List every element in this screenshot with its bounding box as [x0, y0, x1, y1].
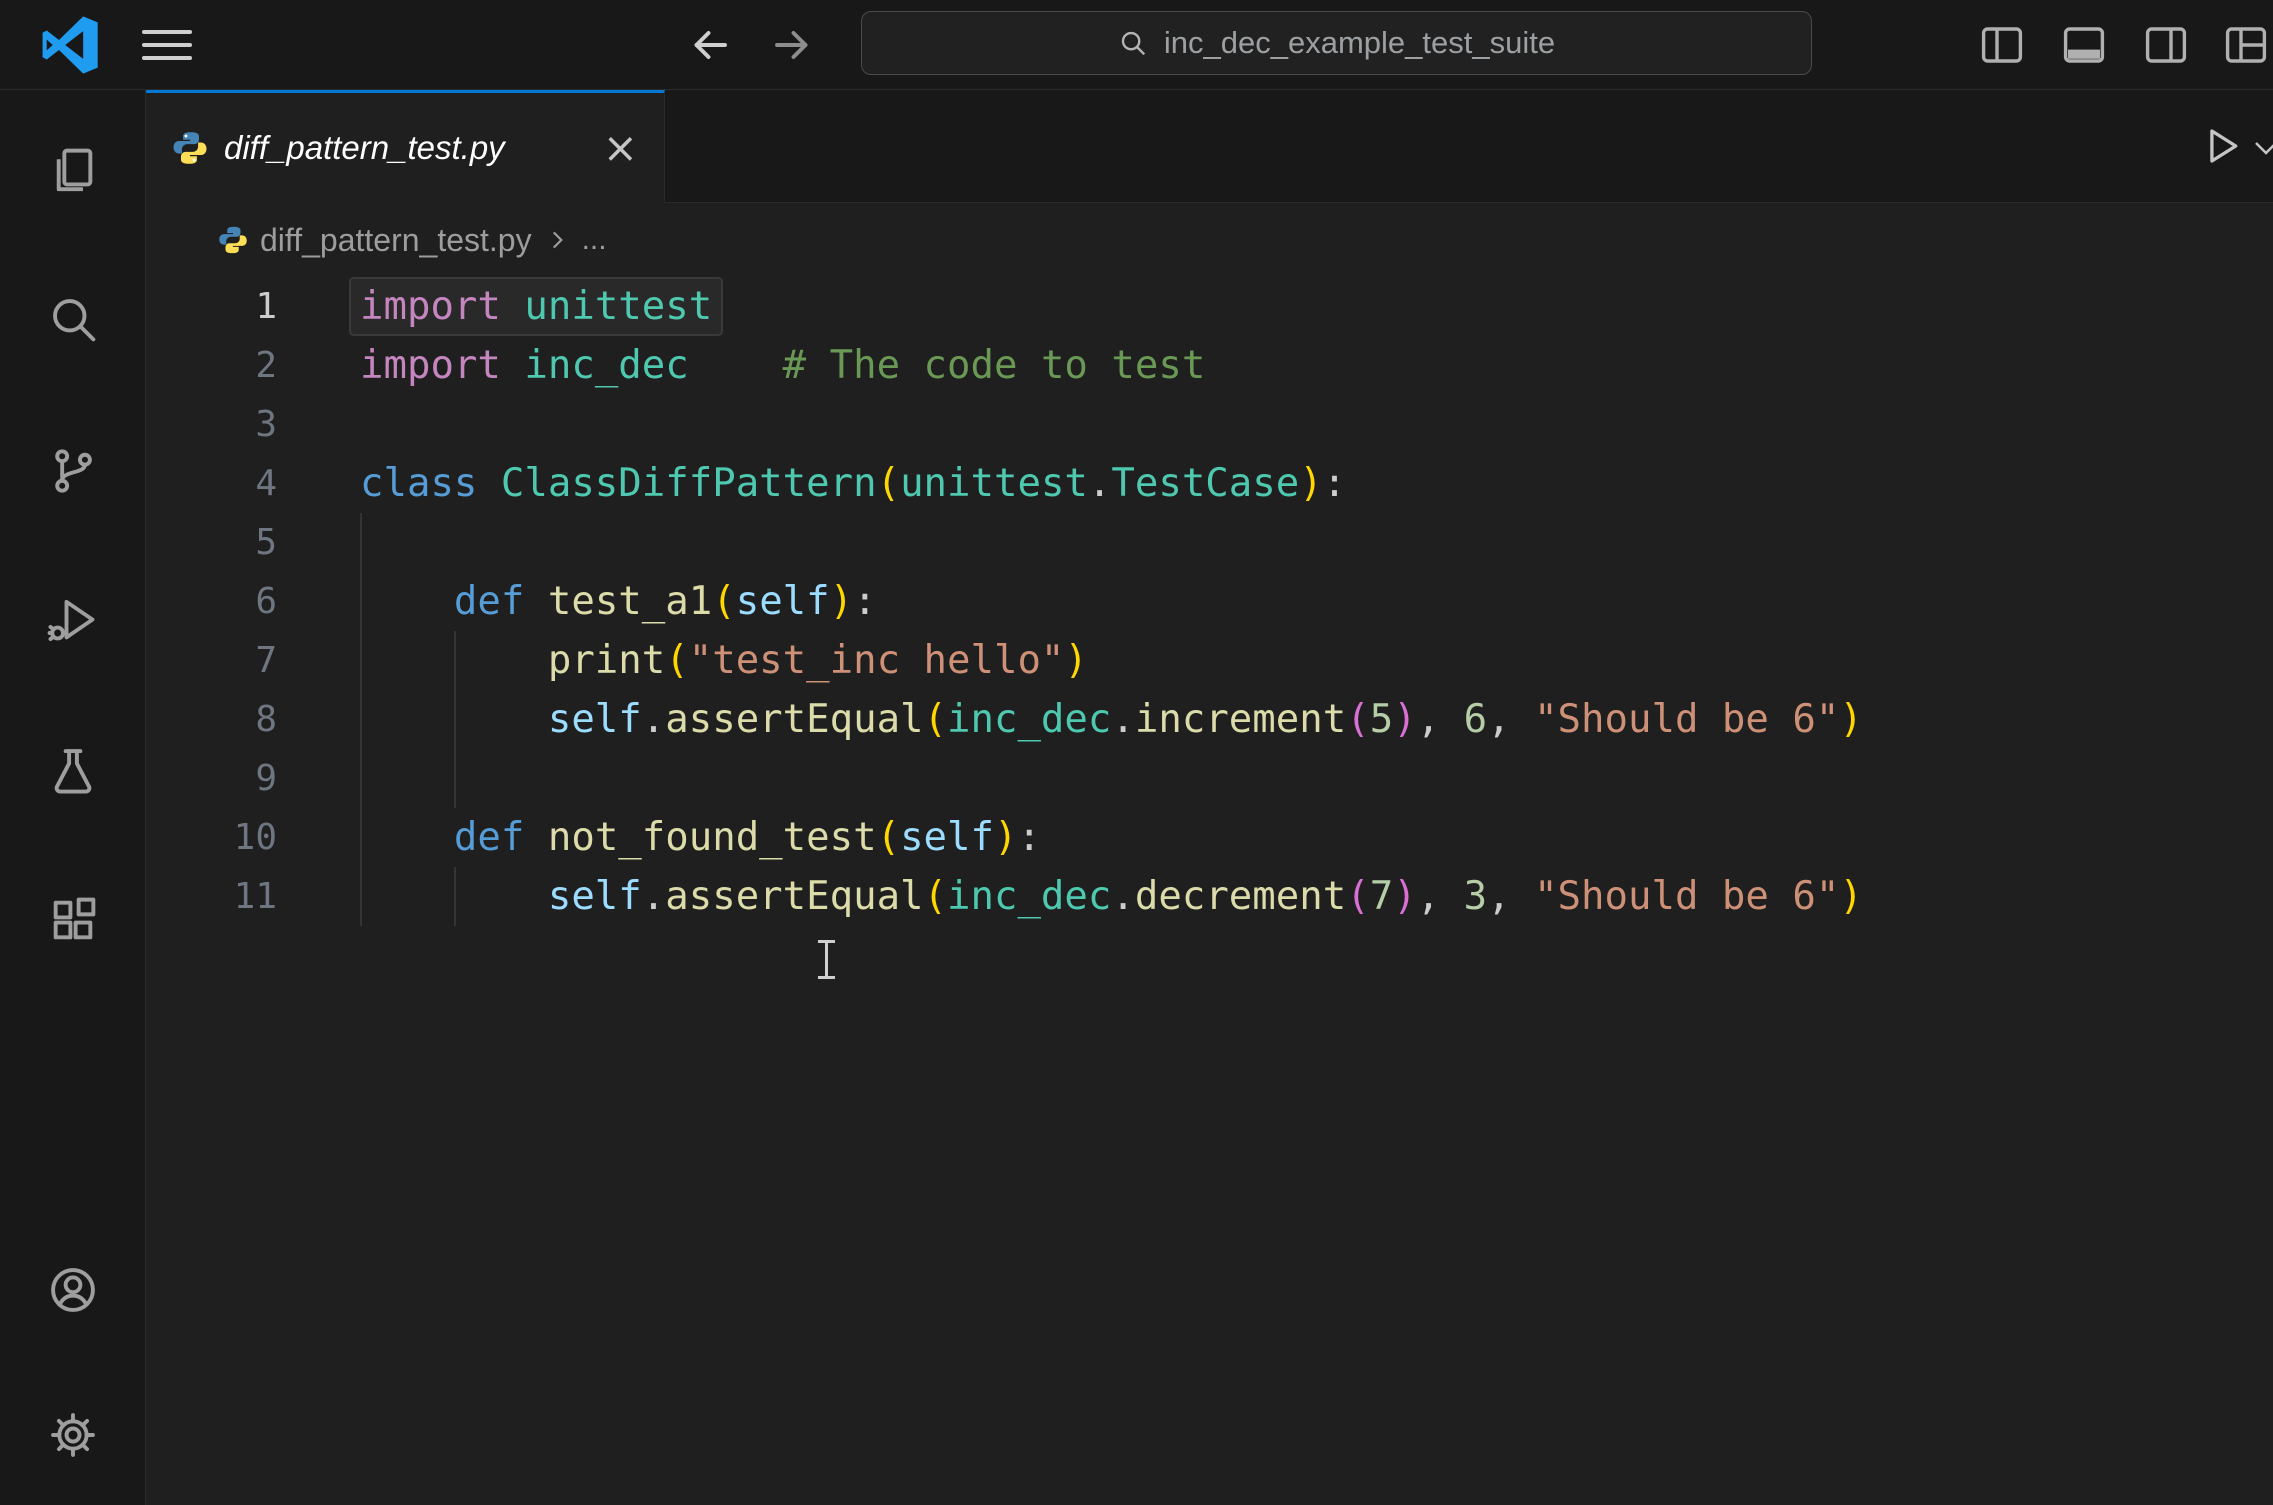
- line-number[interactable]: 5: [146, 522, 277, 563]
- run-and-debug-icon[interactable]: [47, 594, 99, 646]
- python-file-icon: [219, 226, 247, 254]
- indent-guide: [360, 513, 362, 572]
- code-text: self.assertEqual(inc_dec.decrement(7), 3…: [547, 874, 1863, 919]
- code-line[interactable]: 8 self.assertEqual(inc_dec.increment(5),…: [146, 690, 2273, 749]
- run-dropdown-chevron-icon[interactable]: [2251, 136, 2273, 160]
- line-number[interactable]: 8: [146, 699, 277, 740]
- code-text: def test_a1(self):: [453, 579, 877, 624]
- run-button-icon[interactable]: [2200, 124, 2244, 168]
- titlebar: inc_dec_example_test_suite: [0, 0, 2273, 90]
- tab-title: diff_pattern_test.py: [224, 129, 505, 166]
- breadcrumb-file[interactable]: diff_pattern_test.py: [260, 222, 532, 259]
- back-arrow-icon[interactable]: [686, 21, 734, 69]
- line-number[interactable]: 10: [146, 817, 277, 858]
- python-file-icon: [173, 132, 207, 164]
- testing-beaker-icon[interactable]: [47, 745, 99, 797]
- indent-guide: [360, 572, 362, 631]
- line-number[interactable]: 7: [146, 640, 277, 681]
- current-line-highlight: import unittest: [351, 279, 722, 334]
- breadcrumb-more[interactable]: ...: [582, 223, 607, 257]
- code-text: class ClassDiffPattern(unittest.TestCase…: [360, 461, 1347, 506]
- extensions-icon[interactable]: [47, 894, 99, 946]
- code-line[interactable]: 10 def not_found_test(self):: [146, 808, 2273, 867]
- tab-bar: diff_pattern_test.py ×: [146, 90, 2273, 203]
- indent-guide: [360, 690, 362, 749]
- search-sidebar-icon[interactable]: [47, 293, 99, 345]
- editor-group: diff_pattern_test.py × diff_pattern_test…: [146, 90, 2273, 1505]
- activity-bar: [0, 90, 146, 1505]
- toggle-panel-icon[interactable]: [2060, 21, 2108, 69]
- source-control-icon[interactable]: [47, 445, 99, 497]
- code-line[interactable]: 4 class ClassDiffPattern(unittest.TestCas…: [146, 454, 2273, 513]
- code-text: def not_found_test(self):: [453, 815, 1041, 860]
- code-area[interactable]: 1 import unittest 2 import inc_dec # The co…: [146, 277, 2273, 926]
- indent-guide: [453, 631, 456, 690]
- account-icon[interactable]: [47, 1264, 99, 1316]
- toggle-secondary-sidebar-icon[interactable]: [2142, 21, 2190, 69]
- line-number[interactable]: 4: [146, 463, 277, 504]
- indent-guide: [453, 867, 456, 926]
- forward-arrow-icon[interactable]: [768, 21, 816, 69]
- code-line[interactable]: 2 import inc_dec # The code to test: [146, 336, 2273, 395]
- code-line[interactable]: 5: [146, 513, 2273, 572]
- customize-layout-icon[interactable]: [2222, 21, 2270, 69]
- code-text: import inc_dec # The code to test: [360, 343, 1206, 388]
- code-text: self.assertEqual(inc_dec.increment(5), 6…: [547, 697, 1863, 742]
- code-line[interactable]: 3: [146, 395, 2273, 454]
- chevron-right-icon: [552, 231, 563, 249]
- settings-gear-icon[interactable]: [47, 1409, 99, 1461]
- explorer-icon[interactable]: [47, 145, 99, 197]
- tab-close-icon[interactable]: ×: [603, 127, 638, 169]
- indent-guide: [360, 631, 362, 690]
- line-number[interactable]: 6: [146, 581, 277, 622]
- indent-guide: [360, 808, 362, 867]
- search-icon: [1121, 31, 1145, 56]
- vscode-logo-icon: [42, 16, 98, 74]
- line-number[interactable]: 9: [146, 758, 277, 799]
- tab-diff-pattern-test[interactable]: diff_pattern_test.py ×: [146, 90, 665, 203]
- indent-guide: [360, 867, 362, 926]
- indent-guide: [360, 749, 362, 808]
- indent-guide: [453, 690, 456, 749]
- search-box[interactable]: inc_dec_example_test_suite: [861, 11, 1812, 75]
- line-number[interactable]: 1: [146, 286, 277, 327]
- line-number[interactable]: 3: [146, 404, 277, 445]
- code-line[interactable]: 1 import unittest: [146, 277, 2273, 336]
- line-number[interactable]: 2: [146, 345, 277, 386]
- indent-guide: [453, 749, 456, 808]
- search-value: inc_dec_example_test_suite: [1163, 25, 1556, 60]
- code-line[interactable]: 7 print("test_inc hello"): [146, 631, 2273, 690]
- text-cursor-pointer: [816, 938, 838, 980]
- code-lines: 1 import unittest 2 import inc_dec # The co…: [146, 277, 2273, 926]
- code-text: import unittest: [351, 277, 722, 336]
- line-number[interactable]: 11: [146, 876, 277, 917]
- code-line[interactable]: 9: [146, 749, 2273, 808]
- menu-icon[interactable]: [142, 30, 192, 62]
- toggle-primary-sidebar-icon[interactable]: [1978, 21, 2026, 69]
- code-line[interactable]: 11 self.assertEqual(inc_dec.decrement(7)…: [146, 867, 2273, 926]
- code-line[interactable]: 6 def test_a1(self):: [146, 572, 2273, 631]
- breadcrumb: diff_pattern_test.py ...: [146, 203, 2273, 277]
- code-text: print("test_inc hello"): [547, 638, 1088, 683]
